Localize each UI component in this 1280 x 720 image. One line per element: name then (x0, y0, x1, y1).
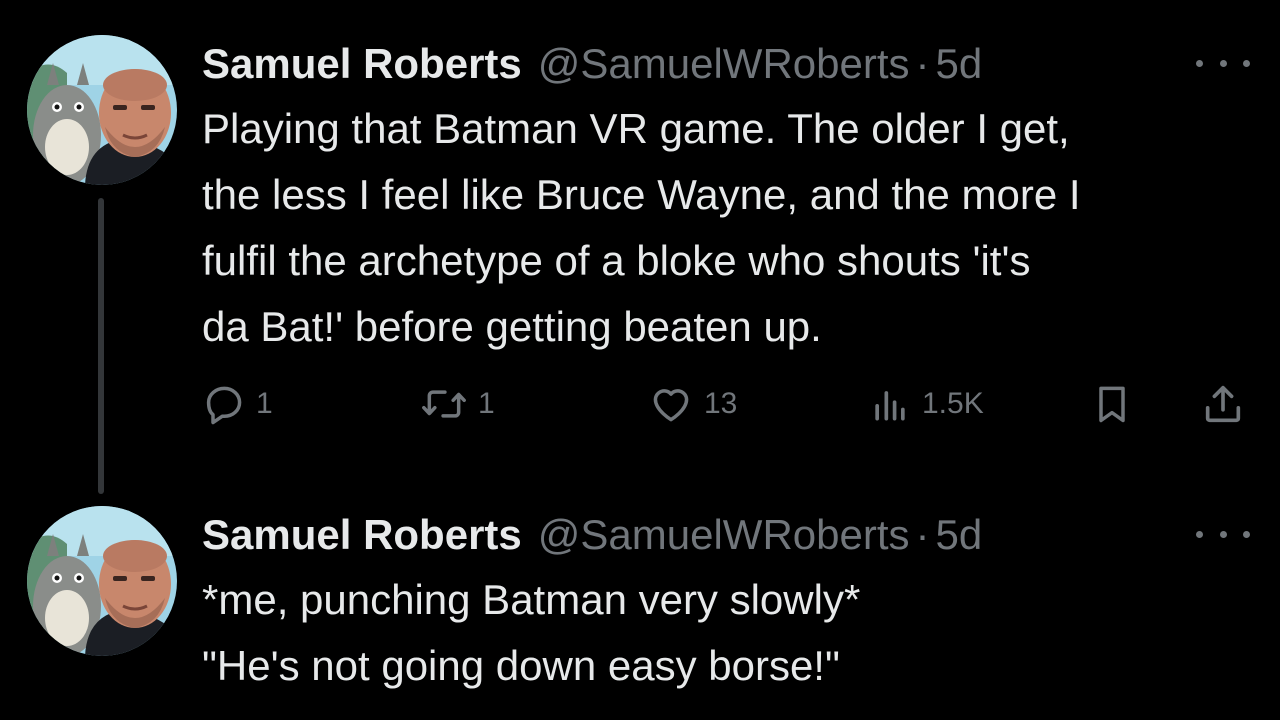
tweet-text: Playing that Batman VR game. The older I… (202, 105, 1081, 350)
heart-icon (653, 389, 689, 422)
author-name[interactable]: Samuel Roberts (202, 507, 522, 563)
share-button[interactable] (1200, 374, 1246, 434)
share-icon (1205, 385, 1241, 423)
avatar[interactable] (27, 35, 177, 185)
author-handle[interactable]: @SamuelWRoberts (538, 36, 910, 92)
thread-connector-line (98, 198, 104, 494)
author-name[interactable]: Samuel Roberts (202, 36, 522, 92)
timestamp[interactable]: 5d (936, 507, 983, 563)
retweet-icon (422, 390, 466, 418)
views-count: 1.5K (922, 387, 984, 420)
like-count: 13 (704, 387, 738, 420)
more-icon[interactable] (1196, 523, 1250, 545)
action-bar: 1 1 13 1.5K (0, 374, 1280, 434)
avatar[interactable] (27, 506, 177, 656)
tweet-header: Samuel Roberts @SamuelWRoberts · 5d (202, 36, 982, 92)
author-handle[interactable]: @SamuelWRoberts (538, 507, 910, 563)
reply-icon (206, 386, 242, 425)
bookmark-button[interactable] (1090, 374, 1134, 434)
tweet-text: *me, punching Batman very slowly* "He's … (202, 576, 861, 689)
more-icon[interactable] (1196, 52, 1250, 74)
separator-dot: · (915, 40, 930, 87)
like-button[interactable]: 13 (648, 374, 737, 434)
views-icon (875, 391, 905, 421)
tweet-header: Samuel Roberts @SamuelWRoberts · 5d (202, 507, 982, 563)
retweet-button[interactable]: 1 (420, 374, 495, 434)
separator-dot: · (915, 511, 930, 558)
bookmark-icon (1099, 386, 1125, 423)
views-button[interactable]: 1.5K (868, 374, 984, 434)
retweet-count: 1 (478, 387, 495, 420)
reply-count: 1 (256, 387, 273, 420)
reply-button[interactable]: 1 (202, 374, 273, 434)
tweet-thread: Samuel Roberts @SamuelWRoberts · 5d Play… (0, 0, 1280, 720)
timestamp[interactable]: 5d (936, 36, 983, 92)
